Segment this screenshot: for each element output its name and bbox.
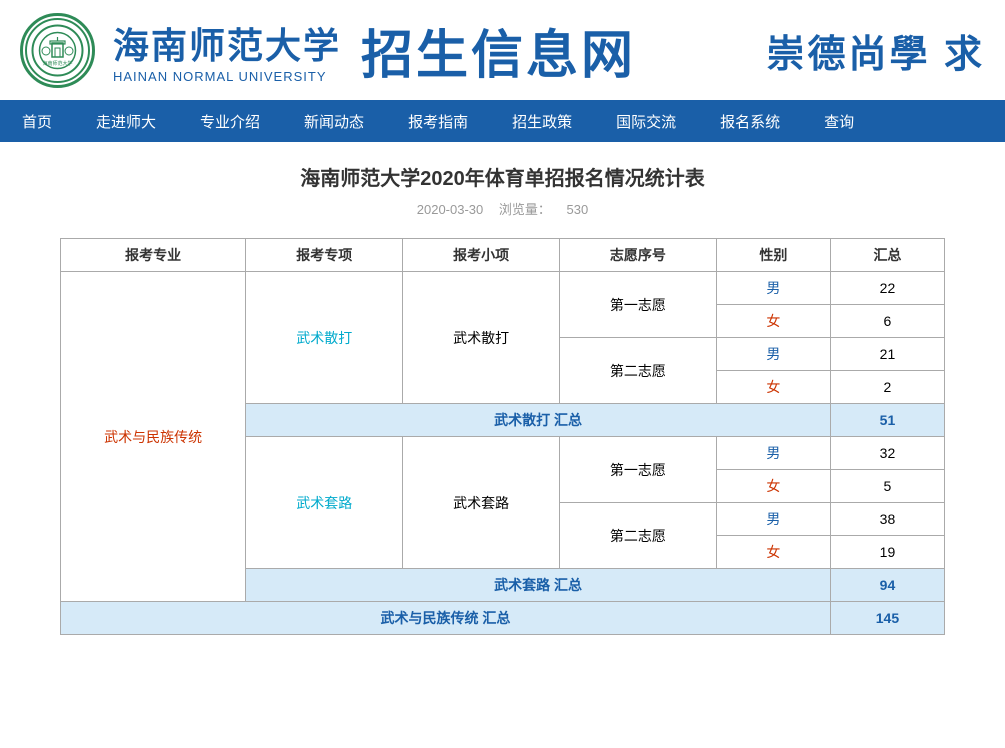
cell-total: 38 bbox=[830, 503, 944, 536]
header: 海南师范大学 海南师范大学 HAINAN NORMAL UNIVERSITY 招… bbox=[0, 0, 1005, 100]
svg-text:海南师范大学: 海南师范大学 bbox=[42, 60, 72, 67]
cell-total: 21 bbox=[830, 338, 944, 371]
header-right: 崇德尚學 求 bbox=[766, 23, 985, 78]
summary-label: 武术散打 汇总 bbox=[246, 404, 831, 437]
school-name-cn: 海南师范大学 bbox=[113, 17, 341, 69]
cell-gender: 男 bbox=[716, 503, 830, 536]
cell-sub: 武术散打 bbox=[246, 272, 403, 404]
table-wrap: 报考专业 报考专项 报考小项 志愿序号 性别 汇总 武术与民族传统武术散打武术散… bbox=[60, 238, 945, 635]
th-total: 汇总 bbox=[830, 239, 944, 272]
cell-total: 32 bbox=[830, 437, 944, 470]
th-major: 报考专业 bbox=[61, 239, 246, 272]
school-name-en: HAINAN NORMAL UNIVERSITY bbox=[113, 69, 341, 84]
cell-gender: 女 bbox=[716, 536, 830, 569]
cell-sub: 武术套路 bbox=[246, 437, 403, 569]
nav-item-首页[interactable]: 首页 bbox=[0, 100, 74, 142]
nav-bar: 首页走进师大专业介绍新闻动态报考指南招生政策国际交流报名系统查询 bbox=[0, 100, 1005, 142]
cell-total: 2 bbox=[830, 371, 944, 404]
summary-total: 145 bbox=[830, 602, 944, 635]
logo-circle: 海南师范大学 bbox=[20, 13, 95, 88]
cell-gender: 男 bbox=[716, 272, 830, 305]
summary-total: 94 bbox=[830, 569, 944, 602]
nav-item-招生政策[interactable]: 招生政策 bbox=[490, 100, 594, 142]
cell-total: 19 bbox=[830, 536, 944, 569]
nav-item-专业介绍[interactable]: 专业介绍 bbox=[178, 100, 282, 142]
site-title: 招生信息网 bbox=[361, 13, 636, 88]
table-row: 武术与民族传统 汇总145 bbox=[61, 602, 945, 635]
school-name-block: 海南师范大学 HAINAN NORMAL UNIVERSITY bbox=[113, 17, 341, 84]
cell-wish: 第二志愿 bbox=[560, 338, 717, 404]
page-meta: 2020-03-30 浏览量： 530 bbox=[60, 199, 945, 218]
nav-item-走进师大[interactable]: 走进师大 bbox=[74, 100, 178, 142]
nav-item-报考指南[interactable]: 报考指南 bbox=[386, 100, 490, 142]
cell-wish: 第一志愿 bbox=[560, 272, 717, 338]
nav-item-查询[interactable]: 查询 bbox=[802, 100, 876, 142]
logo-inner: 海南师范大学 bbox=[25, 18, 90, 83]
page-title: 海南师范大学2020年体育单招报名情况统计表 bbox=[60, 162, 945, 191]
cell-total: 6 bbox=[830, 305, 944, 338]
summary-total: 51 bbox=[830, 404, 944, 437]
logo-area: 海南师范大学 海南师范大学 HAINAN NORMAL UNIVERSITY 招… bbox=[20, 13, 636, 88]
cell-small: 武术套路 bbox=[403, 437, 560, 569]
summary-label: 武术与民族传统 汇总 bbox=[61, 602, 831, 635]
summary-label: 武术套路 汇总 bbox=[246, 569, 831, 602]
cell-small: 武术散打 bbox=[403, 272, 560, 404]
cell-gender: 男 bbox=[716, 338, 830, 371]
cell-major: 武术与民族传统 bbox=[61, 272, 246, 602]
cell-total: 5 bbox=[830, 470, 944, 503]
th-wish: 志愿序号 bbox=[560, 239, 717, 272]
cell-total: 22 bbox=[830, 272, 944, 305]
cell-gender: 男 bbox=[716, 437, 830, 470]
cell-wish: 第一志愿 bbox=[560, 437, 717, 503]
data-table: 报考专业 报考专项 报考小项 志愿序号 性别 汇总 武术与民族传统武术散打武术散… bbox=[60, 238, 945, 635]
content-area: 海南师范大学2020年体育单招报名情况统计表 2020-03-30 浏览量： 5… bbox=[0, 142, 1005, 655]
page-date: 2020-03-30 bbox=[417, 202, 484, 217]
th-small: 报考小项 bbox=[403, 239, 560, 272]
cell-wish: 第二志愿 bbox=[560, 503, 717, 569]
cell-gender: 女 bbox=[716, 371, 830, 404]
table-row: 武术与民族传统武术散打武术散打第一志愿男22 bbox=[61, 272, 945, 305]
cell-gender: 女 bbox=[716, 470, 830, 503]
th-gender: 性别 bbox=[716, 239, 830, 272]
cell-gender: 女 bbox=[716, 305, 830, 338]
nav-item-报名系统[interactable]: 报名系统 bbox=[698, 100, 802, 142]
th-sub: 报考专项 bbox=[246, 239, 403, 272]
table-header-row: 报考专业 报考专项 报考小项 志愿序号 性别 汇总 bbox=[61, 239, 945, 272]
views-label: 浏览量： bbox=[499, 202, 551, 217]
views-count: 530 bbox=[567, 202, 589, 217]
nav-item-国际交流[interactable]: 国际交流 bbox=[594, 100, 698, 142]
nav-item-新闻动态[interactable]: 新闻动态 bbox=[282, 100, 386, 142]
